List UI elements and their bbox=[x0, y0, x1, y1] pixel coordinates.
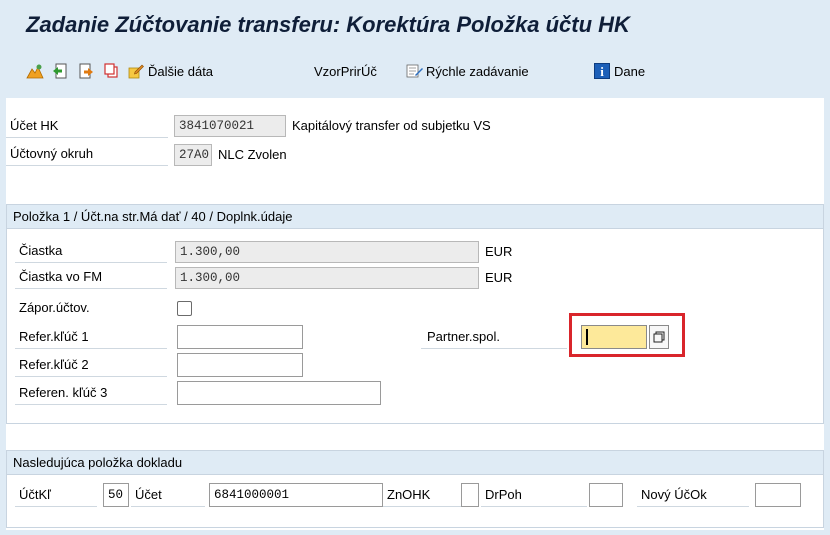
amount-field[interactable]: 1.300,00 bbox=[175, 241, 479, 263]
negative-posting-checkbox[interactable] bbox=[177, 301, 192, 316]
additional-data-label: Ďalšie dáta bbox=[148, 63, 214, 79]
edit-pencil-icon bbox=[128, 64, 144, 79]
main-content: Účet HK 3841070021 Kapitálový transfer o… bbox=[6, 98, 824, 530]
overview-icon[interactable] bbox=[26, 60, 44, 82]
special-gl-indicator-label: ZnOHK bbox=[383, 483, 461, 507]
item-group-box: Položka 1 / Účt.na str.Má dať / 40 / Dop… bbox=[6, 204, 824, 424]
reference-key-1-label: Refer.kľúč 1 bbox=[15, 325, 167, 349]
reference-key-3-input[interactable] bbox=[177, 381, 381, 405]
gl-account-label: Účet HK bbox=[6, 114, 168, 138]
reference-key-2-label: Refer.kľúč 2 bbox=[15, 353, 167, 377]
transaction-type-label: DrPoh bbox=[481, 483, 587, 507]
page-title: Zadanie Zúčtovanie transferu: Korektúra … bbox=[26, 12, 630, 37]
additional-data-button[interactable]: Ďalšie dáta bbox=[128, 60, 213, 82]
trading-partner-label: Partner.spol. bbox=[421, 325, 567, 349]
taxes-button[interactable]: i Dane bbox=[594, 60, 645, 82]
gl-account-field[interactable]: 3841070021 bbox=[174, 115, 286, 137]
new-company-code-label: Nový ÚčOk bbox=[637, 483, 749, 507]
posting-key-input[interactable]: 50 bbox=[103, 483, 129, 507]
previous-document-icon[interactable] bbox=[52, 60, 68, 82]
svg-text:i: i bbox=[600, 64, 604, 79]
amount-fm-currency: EUR bbox=[485, 270, 513, 285]
company-code-field[interactable]: 27A0 bbox=[174, 144, 212, 166]
new-company-code-input[interactable] bbox=[755, 483, 801, 507]
copy-icon[interactable] bbox=[103, 60, 119, 82]
text-cursor bbox=[586, 329, 588, 345]
amount-currency: EUR bbox=[485, 244, 513, 259]
reference-key-2-input[interactable] bbox=[177, 353, 303, 377]
special-gl-indicator-input[interactable] bbox=[461, 483, 479, 507]
next-item-group-box: Nasledujúca položka dokladu ÚčtKľ 50 Úče… bbox=[6, 450, 824, 528]
value-help-button[interactable] bbox=[649, 325, 669, 349]
amount-label: Čiastka bbox=[15, 239, 167, 263]
account-input[interactable]: 6841000001 bbox=[209, 483, 383, 507]
amount-fm-label: Čiastka vo FM bbox=[15, 265, 167, 289]
next-item-group-title: Nasledujúca položka dokladu bbox=[7, 451, 823, 475]
template-assign-button[interactable]: VzorPrirÚč bbox=[314, 60, 377, 82]
account-label: Účet bbox=[131, 483, 205, 507]
fast-entry-label: Rýchle zadávanie bbox=[426, 63, 529, 79]
transaction-type-input[interactable] bbox=[589, 483, 623, 507]
posting-key-label: ÚčtKľ bbox=[15, 483, 97, 507]
company-code-description: NLC Zvolen bbox=[218, 147, 287, 162]
value-help-icon bbox=[653, 331, 665, 343]
gl-account-description: Kapitálový transfer od subjetku VS bbox=[292, 118, 491, 133]
fast-entry-button[interactable]: Rýchle zadávanie bbox=[406, 60, 529, 82]
item-group-title: Položka 1 / Účt.na str.Má dať / 40 / Dop… bbox=[7, 205, 823, 229]
company-code-label: Účtovný okruh bbox=[6, 142, 168, 166]
negative-posting-label: Zápor.účtov. bbox=[19, 300, 90, 315]
amount-fm-field[interactable]: 1.300,00 bbox=[175, 267, 479, 289]
toolbar: Ďalšie dáta VzorPrirÚč Rýchle zadávanie … bbox=[0, 52, 830, 90]
info-icon: i bbox=[594, 63, 610, 79]
taxes-label: Dane bbox=[614, 63, 646, 79]
reference-key-1-input[interactable] bbox=[177, 325, 303, 349]
template-assign-label: VzorPrirÚč bbox=[314, 63, 377, 79]
title-bar: Zadanie Zúčtovanie transferu: Korektúra … bbox=[0, 0, 830, 50]
reference-key-3-label: Referen. kľúč 3 bbox=[15, 381, 167, 405]
next-document-icon[interactable] bbox=[78, 60, 94, 82]
fast-entry-icon bbox=[406, 64, 423, 78]
trading-partner-input[interactable] bbox=[581, 325, 647, 349]
